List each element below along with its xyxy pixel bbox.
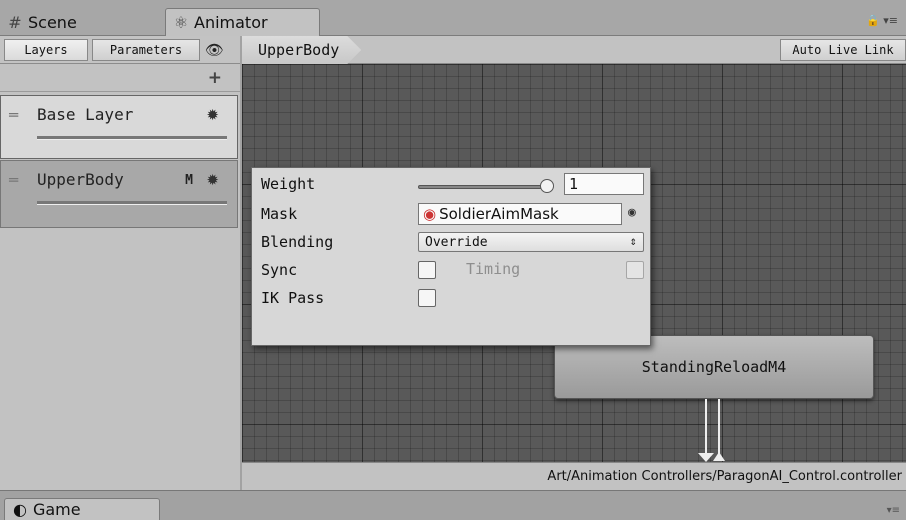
- layer-name: Base Layer: [37, 105, 134, 124]
- drag-handle-icon[interactable]: ═: [9, 171, 18, 189]
- tab-scene-label: Scene: [28, 12, 77, 32]
- weight-slider-thumb[interactable]: [540, 179, 554, 193]
- blending-row: Blending: [261, 230, 333, 254]
- tab-game[interactable]: ◐ Game: [4, 498, 160, 520]
- drag-handle-icon[interactable]: ═: [9, 106, 18, 124]
- weight-slider[interactable]: [418, 185, 550, 189]
- arrowhead-down-icon: [698, 453, 714, 462]
- object-picker-icon[interactable]: ◉: [628, 205, 636, 220]
- layers-toolbar: Layers Parameters 👁: [0, 36, 240, 64]
- timing-checkbox[interactable]: [626, 261, 644, 279]
- weight-row: Weight: [261, 172, 315, 196]
- animator-icon: ⚛: [173, 13, 189, 32]
- mask-field[interactable]: ◉ SoldierAimMask: [418, 203, 622, 225]
- asset-path-bar: Art/Animation Controllers/ParagonAI_Cont…: [242, 462, 906, 490]
- add-layer-button[interactable]: +: [208, 68, 222, 88]
- avatar-mask-icon: ◉: [423, 205, 437, 223]
- layer-item-base-layer[interactable]: ═ Base Layer ✹: [0, 95, 238, 159]
- editor-tab-strip: # Scene ⚛ Animator 🔒 ▾≡: [0, 0, 906, 36]
- sync-checkbox[interactable]: [418, 261, 436, 279]
- timing-label: Timing: [466, 260, 521, 278]
- weight-field[interactable]: 1: [564, 173, 644, 195]
- layer-weight-bar: [37, 201, 227, 205]
- eye-icon[interactable]: 👁: [205, 41, 224, 59]
- mask-badge: M: [185, 173, 193, 188]
- weight-label: Weight: [261, 175, 316, 193]
- mask-label: Mask: [261, 205, 298, 223]
- breadcrumb[interactable]: UpperBody: [242, 36, 361, 64]
- mask-value: SoldierAimMask: [439, 205, 559, 223]
- asset-path: Art/Animation Controllers/ParagonAI_Cont…: [547, 469, 902, 484]
- parameters-tab-button[interactable]: Parameters: [92, 39, 200, 61]
- layer-item-upperbody[interactable]: ═ UpperBody M ✹: [0, 160, 238, 228]
- blending-dropdown[interactable]: Override ⇕: [418, 232, 644, 252]
- ik-pass-row: IK Pass: [261, 286, 324, 310]
- layer-settings-popup: Weight 1 Mask ◉ SoldierAimMask ◉ Blendin…: [251, 167, 651, 346]
- tab-animator[interactable]: ⚛ Animator: [165, 8, 320, 36]
- layer-name: UpperBody: [37, 170, 124, 189]
- grid-hash-icon: #: [8, 12, 22, 32]
- tab-game-label: Game: [32, 500, 81, 519]
- layer-weight-bar: [37, 136, 227, 140]
- auto-live-link-button[interactable]: Auto Live Link: [780, 39, 906, 61]
- ik-pass-checkbox[interactable]: [418, 289, 436, 307]
- add-layer-row: +: [0, 64, 240, 92]
- dropdown-arrow-icon: ⇕: [629, 234, 637, 248]
- gear-icon[interactable]: ✹: [206, 171, 219, 189]
- layers-tab-button[interactable]: Layers: [4, 39, 88, 61]
- window-lock-menu-icon[interactable]: 🔒 ▾≡: [866, 14, 898, 27]
- game-icon: ◐: [13, 500, 27, 519]
- layers-panel-footer: [0, 464, 240, 490]
- ik-pass-label: IK Pass: [261, 289, 325, 307]
- mask-row: Mask: [261, 202, 297, 226]
- blending-label: Blending: [261, 233, 334, 251]
- tab-animator-label: Animator: [194, 13, 268, 32]
- panel-menu-icon[interactable]: ▾≡: [887, 505, 900, 516]
- transition-arrow[interactable]: [705, 399, 707, 461]
- arrowhead-up-icon: [713, 452, 725, 461]
- tab-scene[interactable]: # Scene: [0, 8, 162, 36]
- sync-label: Sync: [261, 261, 298, 279]
- gear-icon[interactable]: ✹: [206, 106, 219, 124]
- sync-row: Sync: [261, 258, 297, 282]
- blending-value: Override: [425, 234, 488, 250]
- graph-toolbar: UpperBody Auto Live Link: [242, 36, 906, 64]
